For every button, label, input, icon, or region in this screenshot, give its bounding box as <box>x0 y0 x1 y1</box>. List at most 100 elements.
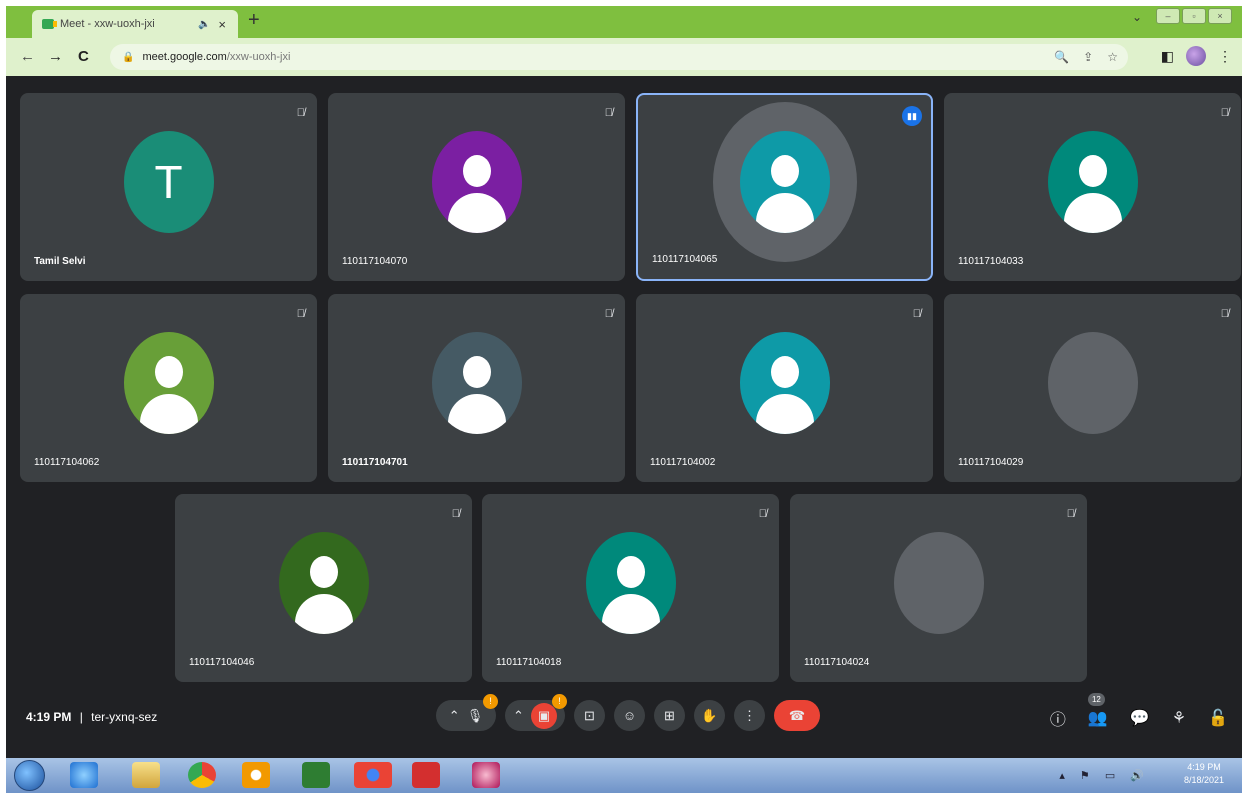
participant-avatar <box>739 332 830 434</box>
new-tab-button[interactable]: + <box>248 9 260 32</box>
address-bar[interactable]: 🔒 meet.google.com/xxw-uoxh-jxi 🔍 ⇪ ☆ <box>110 44 1128 70</box>
mic-off-icon[interactable]: 🎙̸ <box>1221 308 1229 320</box>
file-explorer-icon[interactable] <box>132 762 160 788</box>
mic-off-icon[interactable]: 🎙̸ <box>605 308 613 320</box>
side-panel-icon[interactable]: ◧ <box>1161 48 1174 65</box>
participant-avatar <box>585 532 676 634</box>
media-player-icon[interactable] <box>242 762 270 788</box>
pdf-reader-icon[interactable] <box>412 762 440 788</box>
window-controls: ⌄ – ▫ × <box>1132 7 1232 24</box>
tab-audio-icon[interactable]: 🔈 <box>198 19 210 30</box>
url-host: meet.google.com <box>142 51 227 63</box>
raise-hand-button[interactable]: ✋ <box>694 700 725 731</box>
participant-name: 110117104033 <box>958 256 1024 267</box>
warning-badge-icon: ! <box>483 694 498 709</box>
system-tray[interactable]: ▴ ⚑ ▭ 🔊 <box>1059 769 1150 782</box>
info-icon[interactable]: ⓘ <box>1050 706 1066 730</box>
participant-tile[interactable]: T 🎙̸ Tamil Selvi <box>20 93 317 281</box>
internet-explorer-icon[interactable] <box>70 762 98 788</box>
paint-icon[interactable] <box>472 762 500 788</box>
meet-stage: T 🎙̸ Tamil Selvi 🎙̸ 110117104070 ▮▮ 1101… <box>6 76 1242 758</box>
restore-button[interactable]: ▫ <box>1182 7 1206 24</box>
participant-tile[interactable]: 🎙̸ 110117104024 <box>790 494 1087 682</box>
participant-name: 110117104701 <box>342 457 408 468</box>
start-button[interactable] <box>14 760 45 791</box>
tab-search-chevron-icon[interactable]: ⌄ <box>1132 10 1142 24</box>
participant-tile[interactable]: 🎙̸ 110117104046 <box>175 494 472 682</box>
participant-tile[interactable]: 🎙̸ 110117104018 <box>482 494 779 682</box>
taskbar-clock[interactable]: 4:19 PM 8/18/2021 <box>1184 761 1224 787</box>
captions-button[interactable]: ⊡ <box>574 700 605 731</box>
clock-time: 4:19 PM <box>1187 762 1221 772</box>
bookmark-star-icon[interactable]: ☆ <box>1107 50 1118 64</box>
meeting-code: ter-yxnq-sez <box>91 710 158 724</box>
participant-tile[interactable]: 🎙̸ 110117104062 <box>20 294 317 482</box>
participant-avatar: T <box>123 131 214 233</box>
participant-name: 110117104046 <box>189 657 255 668</box>
participant-tile[interactable]: 🎙̸ 110117104002 <box>636 294 933 482</box>
participant-avatar <box>123 332 214 434</box>
microphone-button[interactable]: ⌃ 🎙! <box>436 694 498 731</box>
meeting-details: 4:19 PM | ter-yxnq-sez <box>26 710 157 724</box>
forward-button[interactable]: → <box>48 48 63 65</box>
participant-avatar <box>1047 332 1138 434</box>
participant-avatar <box>431 332 522 434</box>
host-controls-icon[interactable]: 🔓 <box>1208 708 1228 728</box>
chrome-icon[interactable] <box>188 762 216 788</box>
close-window-button[interactable]: × <box>1208 7 1232 24</box>
participant-tile[interactable]: 🎙̸ 110117104701 <box>328 294 625 482</box>
mic-off-icon[interactable]: 🎙̸ <box>297 107 305 119</box>
meet-favicon-icon <box>42 19 57 29</box>
participant-name: 110117104024 <box>804 657 870 668</box>
mic-off-icon[interactable]: 🎙̸ <box>452 508 460 520</box>
camera-button[interactable]: ⌃ ▣! <box>505 694 567 731</box>
end-call-button[interactable]: ☎ <box>774 700 820 731</box>
tab-close-icon[interactable]: × <box>218 17 226 32</box>
people-count-badge: 12 <box>1087 693 1105 706</box>
share-icon[interactable]: ⇪ <box>1083 50 1093 64</box>
mic-off-icon[interactable]: 🎙̸ <box>913 308 921 320</box>
mic-off-icon[interactable]: 🎙̸ <box>605 107 613 119</box>
mic-off-icon[interactable]: 🎙̸ <box>297 308 305 320</box>
present-button[interactable]: ⊞ <box>654 700 685 731</box>
lock-icon[interactable]: 🔒 <box>122 52 134 63</box>
chat-icon[interactable]: 💬 <box>1130 708 1150 728</box>
participant-name: 110117104062 <box>34 457 100 468</box>
mic-off-icon[interactable]: 🎙̸ <box>1221 107 1229 119</box>
separator: | <box>79 710 83 724</box>
participant-tile-active-speaker[interactable]: ▮▮ 110117104065 <box>636 93 933 281</box>
tab-title: Meet - xxw-uoxh-jxi <box>60 18 155 30</box>
reload-button[interactable]: C <box>78 48 89 65</box>
participant-name: 110117104029 <box>958 457 1024 468</box>
participant-name: 110117104070 <box>342 256 408 267</box>
mic-off-icon[interactable]: 🎙̸ <box>1067 508 1075 520</box>
call-controls: ⌃ 🎙! ⌃ ▣! ⊡ ☺ ⊞ ✋ ⋮ ☎ <box>436 694 820 731</box>
side-controls: ⓘ 👥 12 💬 ⚘ 🔓 <box>1050 693 1228 730</box>
browser-tab[interactable]: Meet - xxw-uoxh-jxi 🔈 × <box>32 10 238 38</box>
chrome-active-icon[interactable] <box>354 762 392 788</box>
participant-tile[interactable]: 🎙̸ 110117104033 <box>944 93 1241 281</box>
zoom-icon[interactable]: 🔍 <box>1054 50 1069 64</box>
browser-tab-bar: Meet - xxw-uoxh-jxi 🔈 × + ⌄ – ▫ × <box>6 6 1242 38</box>
participant-avatar <box>431 131 522 233</box>
back-button[interactable]: ← <box>20 48 35 65</box>
mic-off-icon[interactable]: 🎙̸ <box>759 508 767 520</box>
people-button[interactable]: 👥 12 <box>1087 693 1108 728</box>
audio-wave-icon: ▮▮ <box>902 106 922 126</box>
participant-avatar <box>739 131 830 233</box>
more-options-button[interactable]: ⋮ <box>734 700 765 731</box>
emoji-button[interactable]: ☺ <box>614 700 645 731</box>
participant-tile[interactable]: 🎙̸ 110117104029 <box>944 294 1241 482</box>
minimize-button[interactable]: – <box>1156 7 1180 24</box>
participant-tile[interactable]: 🎙̸ 110117104070 <box>328 93 625 281</box>
excel-icon[interactable] <box>302 762 330 788</box>
url-path: /xxw-uoxh-jxi <box>226 51 291 63</box>
activities-icon[interactable]: ⚘ <box>1172 708 1186 728</box>
menu-dots-icon[interactable]: ⋮ <box>1218 48 1232 65</box>
participant-name: Tamil Selvi <box>34 256 86 267</box>
browser-toolbar: ← → C 🔒 meet.google.com/xxw-uoxh-jxi 🔍 ⇪… <box>6 38 1242 76</box>
profile-avatar[interactable] <box>1186 46 1206 66</box>
windows-taskbar: ▴ ⚑ ▭ 🔊 4:19 PM 8/18/2021 <box>6 758 1242 793</box>
clock-date: 8/18/2021 <box>1183 775 1224 785</box>
participant-name: 110117104002 <box>650 457 716 468</box>
